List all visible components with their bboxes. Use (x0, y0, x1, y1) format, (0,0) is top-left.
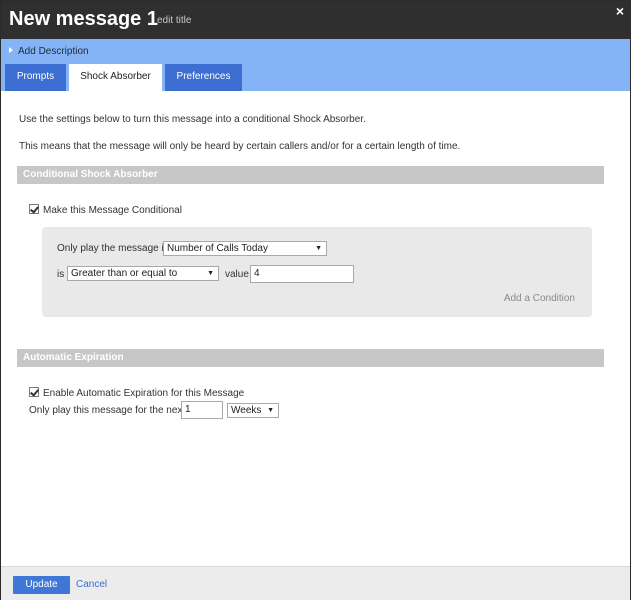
only-play-label: Only play the message if (57, 243, 167, 254)
make-conditional-checkbox[interactable] (29, 204, 39, 214)
description-bar: Add Description Prompts Shock Absorber P… (1, 39, 630, 91)
expiration-unit-select[interactable]: Weeks ▼ (227, 403, 279, 418)
enable-expiration-checkbox[interactable] (29, 387, 39, 397)
dialog-footer: Update Cancel (1, 566, 630, 600)
tab-shock-absorber[interactable]: Shock Absorber (69, 64, 162, 91)
add-description-toggle[interactable]: Add Description (9, 46, 89, 57)
only-play-next-label: Only play this message for the next (29, 405, 186, 416)
dialog-title: New message 1 (9, 8, 158, 30)
expiration-unit-value: Weeks (231, 405, 262, 416)
enable-expiration-row: Enable Automatic Expiration for this Mes… (29, 387, 244, 399)
dropdown-arrow-icon: ▼ (207, 270, 214, 277)
make-conditional-row: Make this Message Conditional (29, 204, 182, 216)
expiration-section-header: Automatic Expiration (17, 349, 604, 367)
dropdown-arrow-icon: ▼ (267, 407, 274, 414)
enable-expiration-label: Enable Automatic Expiration for this Mes… (43, 388, 245, 399)
condition-operator-select[interactable]: Greater than or equal to ▼ (67, 266, 219, 281)
condition-box: Only play the message if Number of Calls… (42, 227, 592, 317)
expand-triangle-icon (9, 47, 13, 53)
edit-title-link[interactable]: edit title (157, 15, 191, 26)
condition-field-value: Number of Calls Today (167, 243, 268, 254)
cancel-link[interactable]: Cancel (76, 579, 107, 590)
message-dialog: New message 1 edit title × Add Descripti… (0, 0, 631, 600)
tab-preferences[interactable]: Preferences (165, 64, 242, 91)
update-button[interactable]: Update (13, 576, 70, 594)
tab-prompts[interactable]: Prompts (5, 64, 66, 91)
value-label: value (225, 269, 249, 280)
condition-field-select[interactable]: Number of Calls Today ▼ (163, 241, 327, 256)
add-condition-link[interactable]: Add a Condition (504, 293, 575, 304)
is-label: is (57, 269, 65, 280)
close-icon[interactable]: × (616, 3, 624, 19)
intro-text-2: This means that the message will only be… (19, 141, 461, 152)
condition-value-input[interactable]: 4 (250, 265, 354, 283)
expiration-amount-input[interactable]: 1 (181, 401, 223, 419)
dropdown-arrow-icon: ▼ (315, 245, 322, 252)
make-conditional-label: Make this Message Conditional (43, 205, 182, 216)
conditional-section-header: Conditional Shock Absorber (17, 166, 604, 184)
intro-text-1: Use the settings below to turn this mess… (19, 114, 366, 125)
condition-operator-value: Greater than or equal to (71, 268, 178, 279)
title-bar: New message 1 edit title × (1, 1, 630, 39)
add-description-label: Add Description (18, 46, 89, 57)
